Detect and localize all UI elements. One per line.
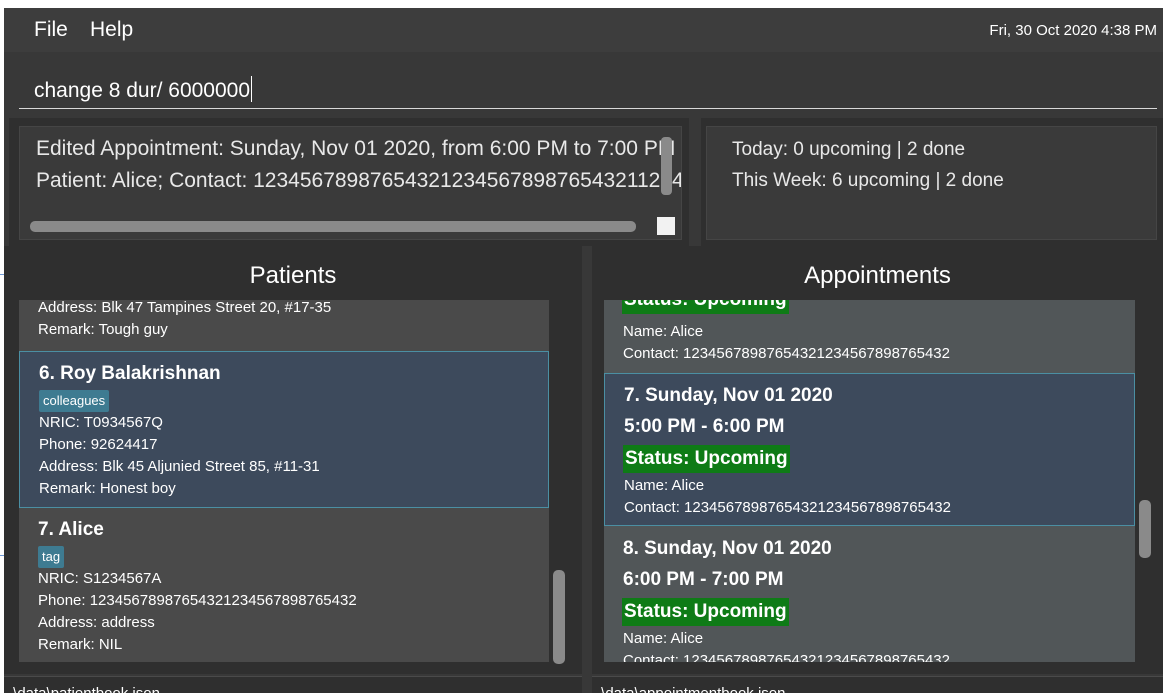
appointments-panel: Appointments Status: Upcoming Name: Alic… xyxy=(592,246,1163,674)
scroll-corner xyxy=(657,217,675,235)
stats-display: Today: 0 upcoming | 2 done This Week: 6 … xyxy=(706,126,1157,240)
stats-today: Today: 0 upcoming | 2 done xyxy=(732,139,966,160)
appointment-status: Status: Upcoming xyxy=(622,300,789,314)
patient-card[interactable]: 7. Alice tag NRIC: S1234567A Phone: 1234… xyxy=(19,508,549,662)
appointment-time: 5:00 PM - 6:00 PM xyxy=(624,416,785,437)
appointment-name: Name: Alice xyxy=(623,630,704,647)
patient-tag: colleagues xyxy=(39,390,110,412)
patient-nric: NRIC: T0934567Q xyxy=(39,414,163,431)
menu-bar: File Help Fri, 30 Oct 2020 4:38 PM xyxy=(4,8,1163,52)
text-caret xyxy=(251,76,253,102)
command-input[interactable]: change 8 dur/ 6000000 xyxy=(34,76,253,103)
appointment-status: Status: Upcoming xyxy=(622,598,789,626)
appointments-title: Appointments xyxy=(804,262,951,289)
datetime-display: Fri, 30 Oct 2020 4:38 PM xyxy=(989,22,1157,39)
appointment-file-path: .\data\appointmentbook.json xyxy=(597,685,785,693)
patient-phone: Phone: 12345678987654321234567898765432 xyxy=(38,592,357,609)
patient-nric: NRIC: S1234567A xyxy=(38,570,162,587)
patients-panel: Patients Address: Blk 47 Tampines Street… xyxy=(4,246,582,674)
stats-week: This Week: 6 upcoming | 2 done xyxy=(732,170,1004,191)
patient-name: 6. Roy Balakrishnan xyxy=(39,363,221,384)
appointment-time: 6:00 PM - 7:00 PM xyxy=(623,569,784,590)
result-line-1: Edited Appointment: Sunday, Nov 01 2020,… xyxy=(36,137,676,160)
patient-remark: Remark: NIL xyxy=(38,636,123,653)
appointment-name: Name: Alice xyxy=(623,323,704,340)
appointment-card-selected[interactable]: 7. Sunday, Nov 01 2020 5:00 PM - 6:00 PM… xyxy=(604,373,1135,526)
patient-address: Address: Blk 45 Aljunied Street 85, #11-… xyxy=(39,458,320,475)
appointment-header: 8. Sunday, Nov 01 2020 xyxy=(623,538,832,559)
result-display-panel: Edited Appointment: Sunday, Nov 01 2020,… xyxy=(9,118,689,246)
command-box[interactable]: change 8 dur/ 6000000 xyxy=(19,66,1157,109)
appointment-header: 7. Sunday, Nov 01 2020 xyxy=(624,385,833,406)
result-line-2: Patient: Alice; Contact: 123456789876543… xyxy=(36,169,682,192)
appointment-contact: Contact: 1234567898765432123456789876543… xyxy=(623,345,950,362)
patient-phone: Phone: 92624417 xyxy=(39,436,158,453)
appointment-list-scrollbar[interactable] xyxy=(1139,500,1151,558)
result-horizontal-scrollbar[interactable] xyxy=(30,221,636,232)
patients-title: Patients xyxy=(249,262,337,289)
command-text: change 8 dur/ 6000000 xyxy=(34,79,251,102)
menu-help[interactable]: Help xyxy=(90,18,133,42)
patient-file-path: .\data\patientbook.json xyxy=(9,685,160,693)
result-vertical-scrollbar[interactable] xyxy=(661,137,672,195)
appointment-card[interactable]: Status: Upcoming Name: Alice Contact: 12… xyxy=(604,300,1135,373)
appointment-card[interactable]: 8. Sunday, Nov 01 2020 6:00 PM - 7:00 PM… xyxy=(604,526,1135,662)
result-display: Edited Appointment: Sunday, Nov 01 2020,… xyxy=(19,126,682,240)
appointment-list[interactable]: Status: Upcoming Name: Alice Contact: 12… xyxy=(604,300,1135,662)
appointment-contact: Contact: 1234567898765432123456789876543… xyxy=(623,652,950,662)
patient-address: Address: Blk 47 Tampines Street 20, #17-… xyxy=(38,300,332,316)
patient-name: 7. Alice xyxy=(38,519,104,540)
stats-panel: Today: 0 upcoming | 2 done This Week: 6 … xyxy=(701,118,1163,246)
patient-remark: Remark: Honest boy xyxy=(39,480,176,497)
patient-status-bar: .\data\patientbook.json xyxy=(4,676,582,693)
patient-list[interactable]: Address: Blk 47 Tampines Street 20, #17-… xyxy=(19,300,549,662)
patient-card-selected[interactable]: 6. Roy Balakrishnan colleagues NRIC: T09… xyxy=(19,351,549,508)
patient-remark: Remark: Tough guy xyxy=(38,321,168,338)
patient-address: Address: address xyxy=(38,614,155,631)
patient-list-scrollbar[interactable] xyxy=(553,570,565,664)
appointment-contact: Contact: 1234567898765432123456789876543… xyxy=(624,499,951,516)
menu-file[interactable]: File xyxy=(34,18,68,42)
appointment-status-bar: .\data\appointmentbook.json xyxy=(592,676,1163,693)
patient-tag: tag xyxy=(38,546,65,568)
appointment-name: Name: Alice xyxy=(624,477,705,494)
patient-card[interactable]: Address: Blk 47 Tampines Street 20, #17-… xyxy=(19,300,549,351)
appointment-status: Status: Upcoming xyxy=(623,445,790,473)
app-window: File Help Fri, 30 Oct 2020 4:38 PM chang… xyxy=(4,8,1163,693)
